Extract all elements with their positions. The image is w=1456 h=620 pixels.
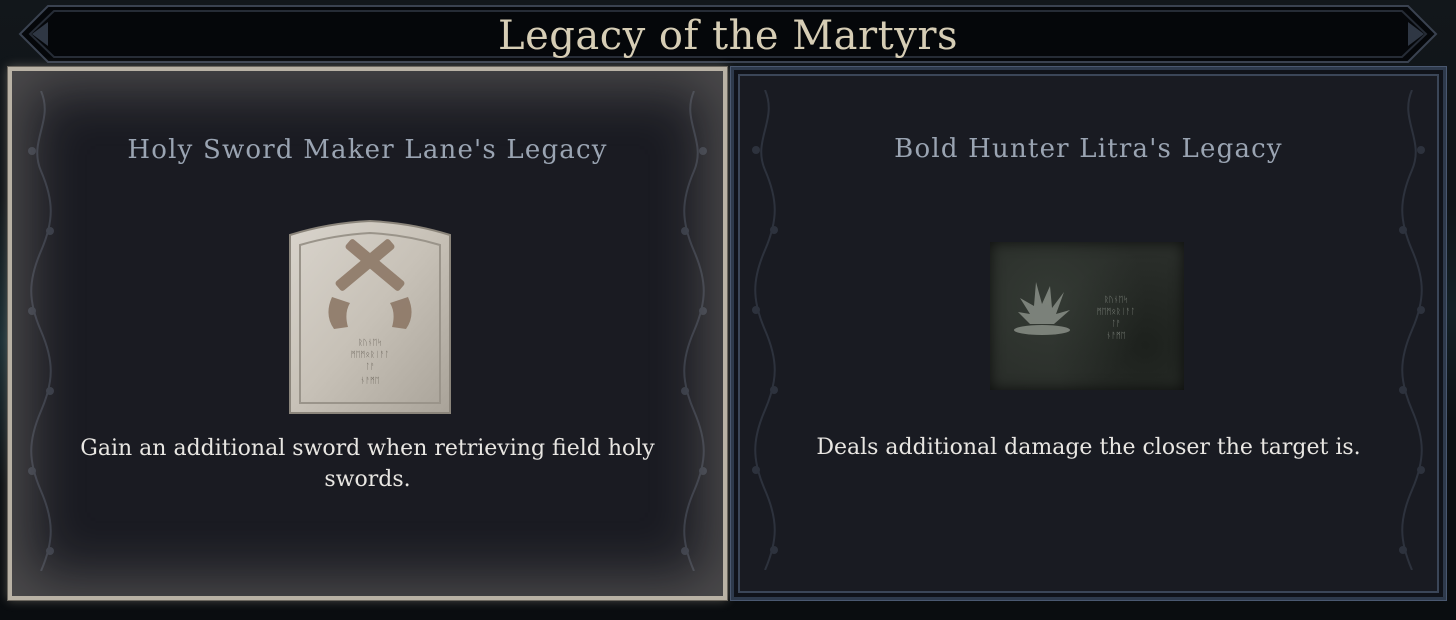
card-title: Holy Sword Maker Lane's Legacy	[127, 135, 608, 165]
inscription-line: ᛚᚨ	[1111, 319, 1121, 328]
inscription-line: ᚱᚢᚾᛖᛋ	[358, 338, 382, 347]
impact-burst-icon: ᚱᚢᚾᛖᛋ ᛗᛖᛗᛟᚱᛁᚨᛚ ᛚᚨ ᚾᚨᛗᛖ	[1014, 282, 1135, 340]
card-title: Bold Hunter Litra's Legacy	[894, 134, 1283, 164]
legacy-card-litra[interactable]: Bold Hunter Litra's Legacy ᚱᚢᚾᛖᛋ ᛗᛖᛗᛟᚱᛁᚨ…	[731, 67, 1446, 600]
page-title: Legacy of the Martyrs	[498, 13, 958, 59]
inscription-line: ᚾᚨᛗᛖ	[360, 376, 379, 385]
card-description: Gain an additional sword when retrieving…	[80, 436, 655, 492]
crossed-pistols-tombstone-icon: ᚱᚢᚾᛖᛋ ᛗᛖᛗᛟᚱᛁᚨᛚ ᛚᚨ ᚾᚨᛗᛖ	[289, 219, 451, 414]
impact-burst-plaque-icon: ᚱᚢᚾᛖᛋ ᛗᛖᛗᛟᚱᛁᚨᛚ ᛚᚨ ᚾᚨᛗᛖ	[990, 242, 1184, 390]
legacy-card-lane[interactable]: Holy Sword Maker Lane's Legacy ᚱᚢᚾᛖᛋ ᛗᛖᛗ…	[8, 67, 727, 600]
inscription-line: ᚾᚨᛗᛖ	[1106, 331, 1125, 340]
inscription-line: ᚱᚢᚾᛖᛋ	[1104, 295, 1128, 304]
inscription-line: ᛗᛖᛗᛟᚱᛁᚨᛚ	[1097, 307, 1135, 316]
card-description: Deals additional damage the closer the t…	[816, 435, 1361, 460]
inscription-line: ᛚᚨ	[365, 362, 375, 371]
title-banner: Legacy of the Martyrs	[18, 4, 1438, 64]
inscription-line: ᛗᛖᛗᛟᚱᛁᚨᛚ	[351, 350, 389, 359]
